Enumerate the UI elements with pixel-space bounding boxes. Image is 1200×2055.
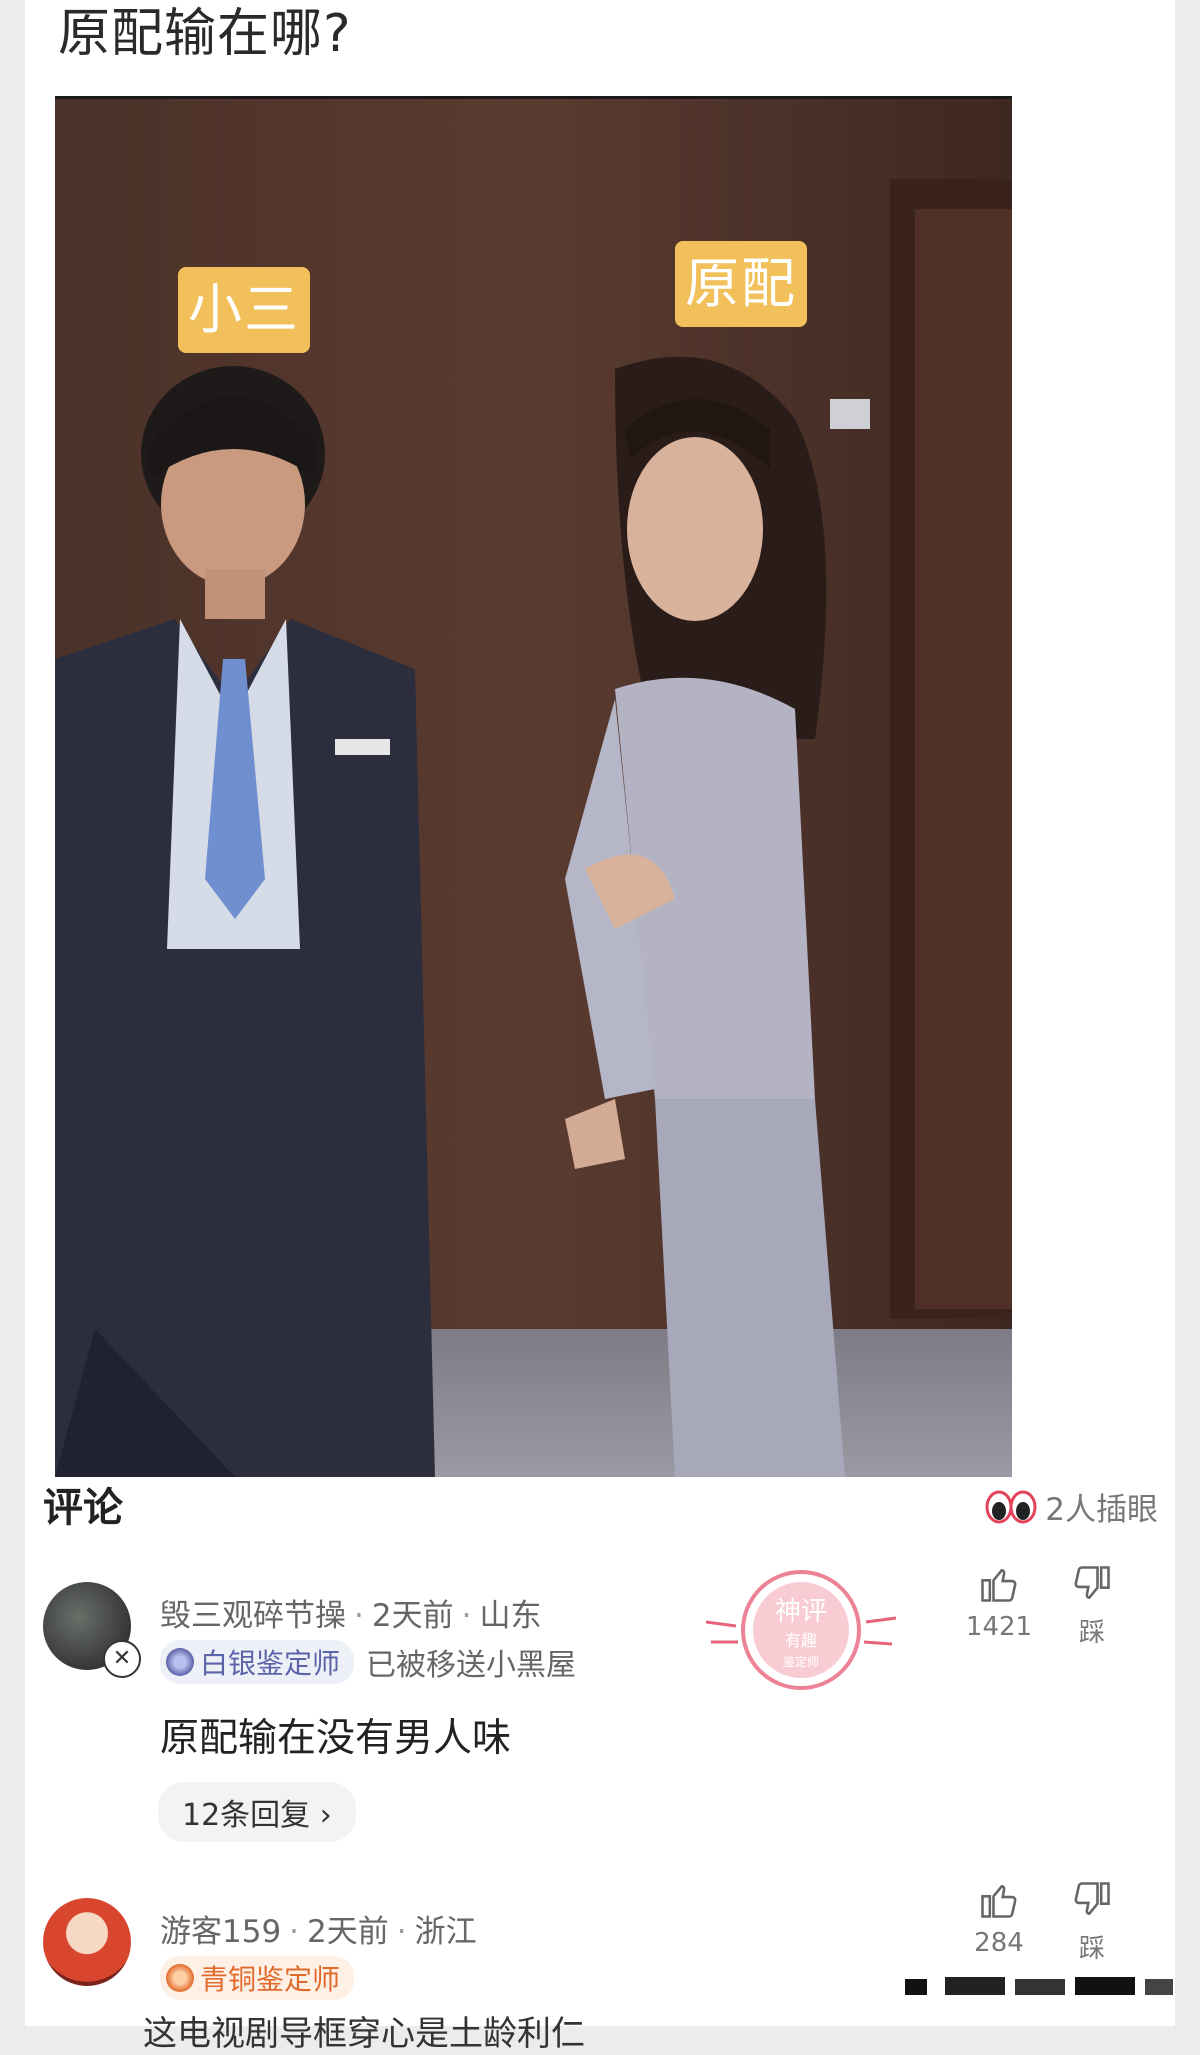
label-mistress: 小三 (178, 267, 310, 353)
thumbs-down-icon (1074, 1882, 1110, 1916)
rank-badge[interactable]: 青铜鉴定师 (160, 1956, 355, 2000)
comment-body-cutoff: 这电视剧导框穿心是土龄利仁 (143, 2014, 585, 2054)
stamp-icon: 神评 有趣 鉴定师 (705, 1570, 897, 1690)
replies-label: 12条回复 (182, 1798, 311, 1833)
like-button[interactable]: 284 (964, 1878, 1034, 1958)
post-title: 原配输在哪? (58, 4, 352, 64)
comments-heading: 评论 (43, 1485, 123, 1531)
comment-time: 2天前 (307, 1914, 389, 1950)
dislike-label: 踩 (1078, 1618, 1105, 1648)
avatar[interactable] (43, 1898, 131, 1986)
redacted-watermark (905, 1977, 1173, 1995)
watchers-indicator[interactable]: 2人插眼 (985, 1484, 1158, 1529)
rank-icon (166, 1648, 194, 1676)
thumbs-up-icon (981, 1884, 1017, 1918)
username[interactable]: 游客159 (160, 1914, 281, 1950)
post-photo[interactable]: 小三 原配 (55, 96, 1012, 1477)
label-wife: 原配 (675, 241, 807, 327)
dislike-button[interactable]: 踩 (1057, 1878, 1127, 1965)
like-button[interactable]: 1421 (964, 1562, 1034, 1642)
like-count: 1421 (965, 1612, 1033, 1642)
comment-body: 原配输在没有男人味 (160, 1716, 512, 1761)
comment-time: 2天前 (371, 1598, 454, 1634)
comment-location: 浙江 (414, 1914, 477, 1950)
view-replies-button[interactable]: 12条回复 › (158, 1782, 356, 1842)
thumbs-down-icon (1074, 1566, 1110, 1600)
like-count: 284 (974, 1928, 1024, 1958)
comment-meta: 游客159 · 2天前 · 浙江 (160, 1914, 477, 1950)
comment-meta: 毁三观碎节操 · 2天前 · 山东 (160, 1598, 542, 1634)
comment-location: 山东 (479, 1598, 542, 1634)
rank-badge[interactable]: 白银鉴定师 (160, 1640, 355, 1684)
stamp-mid-text: 有趣 (785, 1631, 817, 1650)
dislike-button[interactable]: 踩 (1057, 1562, 1127, 1649)
badge-row: 青铜鉴定师 (160, 1956, 355, 2000)
highlight-stamp: 神评 有趣 鉴定师 (705, 1562, 897, 1706)
dislike-label: 踩 (1078, 1934, 1105, 1964)
watchers-text: 2人插眼 (1045, 1492, 1158, 1528)
eyes-icon (985, 1490, 1037, 1523)
thumbs-up-icon (981, 1568, 1017, 1602)
username[interactable]: 毁三观碎节操 (160, 1598, 346, 1634)
stamp-bottom-text: 鉴定师 (783, 1654, 819, 1669)
rank-label: 白银鉴定师 (200, 1647, 341, 1680)
status-text: 已被移送小黑屋 (366, 1648, 577, 1683)
rank-icon (166, 1964, 194, 1992)
stamp-top-text: 神评 (775, 1597, 827, 1627)
rank-label: 青铜鉴定师 (200, 1963, 341, 1996)
badge-row: 白银鉴定师 已被移送小黑屋 (160, 1640, 576, 1684)
chevron-right-icon: › (319, 1798, 332, 1833)
mute-icon: ✕ (103, 1640, 141, 1678)
